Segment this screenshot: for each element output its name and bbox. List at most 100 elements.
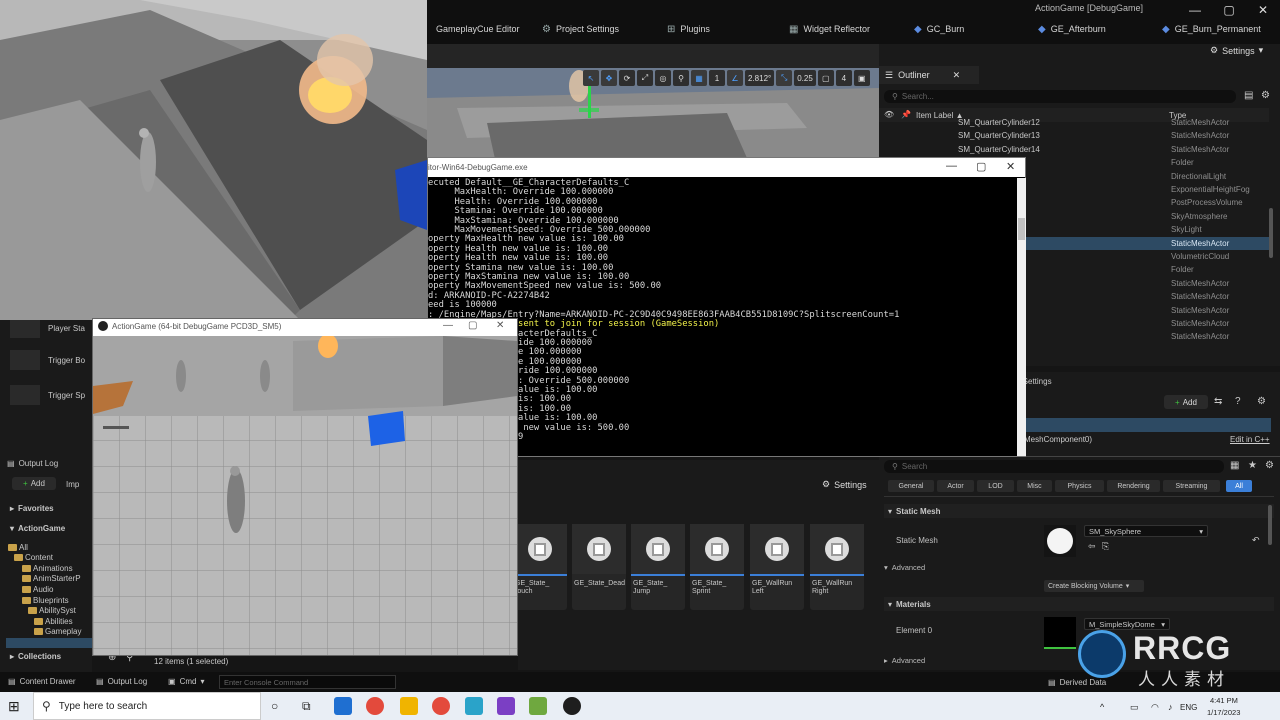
world-space-icon[interactable]: ◎	[655, 70, 671, 86]
rotate-tool-icon[interactable]: ⟳	[619, 70, 635, 86]
output-log-button[interactable]: ▤ Output Log	[96, 677, 147, 686]
unreal-engine-icon[interactable]	[563, 697, 581, 715]
tab-ge-burn-permanent[interactable]: ◆ GE_Burn_Permanent	[1162, 22, 1261, 36]
cortana-icon[interactable]: ○	[271, 699, 278, 713]
mail-icon[interactable]	[334, 697, 352, 715]
wifi-icon[interactable]: ◠	[1151, 702, 1159, 713]
find-icon[interactable]: ⎘	[1102, 541, 1109, 552]
import-button[interactable]: Imp	[66, 480, 79, 489]
tab-plugins[interactable]: ⊞ Plugins	[667, 22, 710, 36]
visual-studio-icon[interactable]	[497, 697, 515, 715]
toolbar-settings-button[interactable]: ⚙ Settings ▾	[1210, 45, 1263, 56]
material-picker[interactable]: M_SimpleSkyDome ▾	[1084, 618, 1170, 630]
tab-ge-afterburn[interactable]: ◆ GE_Afterburn	[1038, 22, 1106, 36]
maximize-button[interactable]: ▢	[468, 320, 477, 331]
maximize-button[interactable]: ▢	[976, 160, 986, 173]
place-actor-item[interactable]: Trigger Sp	[10, 385, 85, 405]
chevron-up-icon[interactable]: ^	[1100, 702, 1104, 712]
clock-date[interactable]: 1/17/2023	[1207, 708, 1240, 717]
console-command-input[interactable]: Enter Console Command	[219, 675, 396, 689]
close-button[interactable]: ✕	[1246, 0, 1280, 20]
table-view-icon[interactable]: ▦	[1230, 460, 1239, 471]
tree-folder[interactable]: Content	[14, 553, 53, 563]
chrome-profile-icon[interactable]	[432, 697, 450, 715]
outliner-scrollbar[interactable]	[1269, 208, 1273, 258]
volume-icon[interactable]: ♪	[1168, 702, 1173, 712]
filter-misc[interactable]: Misc	[1017, 480, 1052, 492]
chrome-icon[interactable]	[366, 697, 384, 715]
create-blocking-volume-button[interactable]: Create Blocking Volume ▾	[1044, 580, 1144, 592]
tree-folder[interactable]: AbilitySyst	[28, 606, 76, 616]
outliner-row[interactable]: SM_QuarterCylinder14 StaticMeshActor	[879, 143, 1269, 156]
scale-tool-icon[interactable]: ⤢	[637, 70, 653, 86]
cmd-dropdown[interactable]: ▣ Cmd ▾	[168, 677, 204, 686]
minimize-button[interactable]: —	[946, 160, 957, 172]
level-viewport[interactable]	[427, 44, 879, 168]
taskbar-search-input[interactable]: ⚲ Type here to search	[33, 692, 261, 720]
network-icon[interactable]: ▭	[1130, 702, 1139, 713]
favorites-section[interactable]: ▸ Favorites	[10, 504, 54, 513]
outliner-row[interactable]: SM_QuarterCylinder12 StaticMeshActor	[879, 116, 1269, 129]
game-window-2[interactable]: ActionGame (64-bit DebugGame PCD3D_SM5) …	[92, 318, 518, 656]
grid-snap-icon[interactable]: ▦	[691, 70, 707, 86]
settings-icon[interactable]: ⚙	[1257, 396, 1266, 407]
filter-physics[interactable]: Physics	[1055, 480, 1104, 492]
tree-folder[interactable]: Abilities	[34, 616, 73, 626]
tree-folder[interactable]: AnimStarterP	[22, 574, 81, 584]
close-button[interactable]: ✕	[1006, 160, 1015, 173]
content-settings-button[interactable]: ⚙ Settings	[822, 479, 867, 490]
asset-tile[interactable]: GE_WallRun Left	[750, 524, 804, 610]
windows-start-icon[interactable]: ⊞	[8, 698, 20, 715]
filter-general[interactable]: General	[888, 480, 934, 492]
scale-snap-value[interactable]: 0.25	[794, 70, 816, 86]
help-icon[interactable]: ?	[1235, 396, 1241, 407]
rotation-snap-icon[interactable]: ∠	[727, 70, 743, 86]
asset-tile[interactable]: GE_State_ Jump	[631, 524, 685, 610]
blueprint-icon[interactable]: ⇆	[1214, 396, 1222, 407]
tree-folder[interactable]: All	[8, 542, 28, 552]
surface-snap-icon[interactable]: ⚲	[673, 70, 689, 86]
language-indicator[interactable]: ENG	[1180, 703, 1197, 712]
outliner-row[interactable]: SM_QuarterCylinder13 StaticMeshActor	[879, 129, 1269, 142]
tree-folder[interactable]: Gameplay	[34, 627, 81, 637]
static-mesh-section[interactable]: ▾ Static Mesh	[884, 504, 1274, 518]
tab-gc-burn[interactable]: ◆ GC_Burn	[914, 22, 964, 36]
camera-speed-icon[interactable]: ▢	[817, 70, 834, 86]
tab-project-settings[interactable]: ⚙ Project Settings	[542, 22, 619, 36]
asset-tile[interactable]: GE_State_Dead	[572, 524, 626, 610]
edit-in-cpp-link[interactable]: Edit in C++	[1230, 435, 1270, 444]
asset-tile[interactable]: GE_WallRun Right	[810, 524, 864, 610]
details-scrollbar[interactable]	[1268, 505, 1272, 545]
advanced-toggle-2[interactable]: ▸ Advanced	[884, 656, 925, 665]
clock-time[interactable]: 4:41 PM	[1210, 696, 1238, 705]
move-tool-icon[interactable]: ✥	[601, 70, 617, 86]
asset-tile[interactable]: GE_State_ rouch	[513, 524, 567, 610]
filter-streaming[interactable]: Streaming	[1163, 480, 1220, 492]
output-log-tab[interactable]: ▤ Output Log	[7, 459, 58, 468]
rotation-snap-value[interactable]: 2.812°	[745, 70, 775, 86]
minimize-button[interactable]: —	[443, 320, 453, 331]
filter-rendering[interactable]: Rendering	[1107, 480, 1160, 492]
game-viewport-1[interactable]	[0, 0, 427, 320]
materials-section[interactable]: ▾ Materials	[884, 597, 1274, 611]
place-actor-item[interactable]: Player Sta	[10, 318, 85, 338]
static-mesh-picker[interactable]: SM_SkySphere ▾	[1084, 525, 1208, 537]
notepad-icon[interactable]	[529, 697, 547, 715]
filter-all[interactable]: All	[1226, 480, 1252, 492]
asset-tile[interactable]: GE_State_ Sprint	[690, 524, 744, 610]
mesh-thumbnail[interactable]	[1044, 525, 1076, 557]
content-drawer-button[interactable]: ▤ Content Drawer	[8, 677, 76, 686]
file-explorer-icon[interactable]	[400, 697, 418, 715]
close-button[interactable]: ✕	[496, 320, 504, 331]
grid-size-value[interactable]: 1	[709, 70, 725, 86]
task-view-icon[interactable]: ⧉	[302, 699, 311, 714]
filter-lod[interactable]: LOD	[977, 480, 1014, 492]
collections-section[interactable]: ▸ Collections	[10, 652, 61, 661]
details-search-input[interactable]: ⚲ Search	[884, 460, 1224, 473]
reset-icon[interactable]: ↶	[1252, 535, 1260, 546]
scale-snap-icon[interactable]: ⤡	[776, 70, 793, 86]
browse-icon[interactable]: ⇦	[1088, 541, 1096, 552]
tab-gameplaycue-editor[interactable]: GameplayCue Editor	[436, 22, 520, 36]
project-section[interactable]: ▾ ActionGame	[10, 524, 65, 533]
star-icon[interactable]: ★	[1248, 460, 1257, 471]
